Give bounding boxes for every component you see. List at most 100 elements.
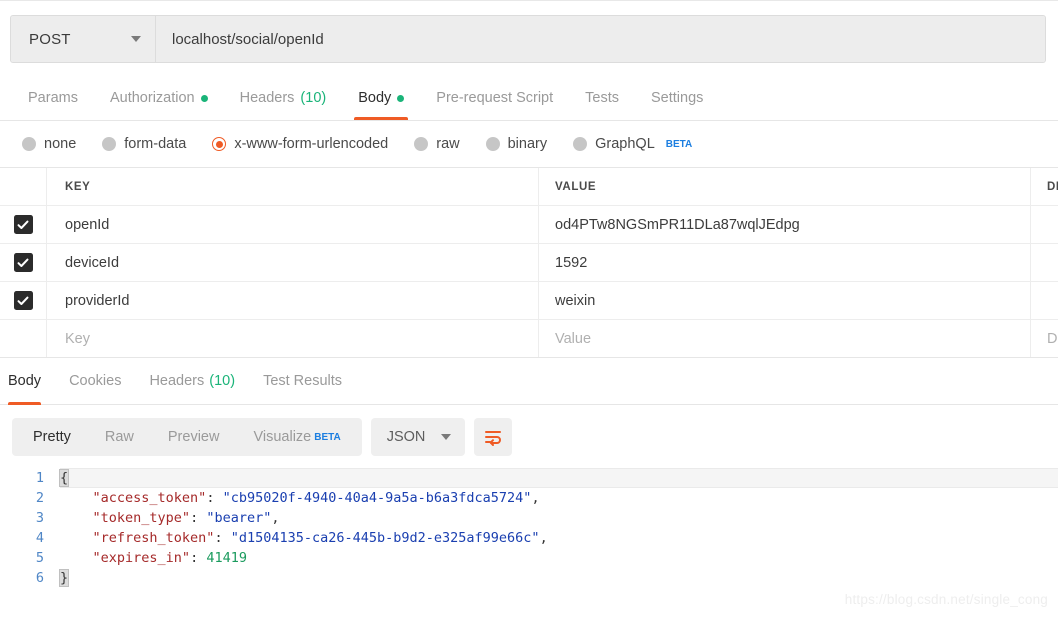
view-mode-visualize[interactable]: Visualize BETA [236,422,357,452]
row-checkbox-cell-empty [0,320,47,357]
json-string-value: "bearer" [206,510,272,526]
table-row: providerId weixin [0,281,1058,319]
request-url-input[interactable]: localhost/social/openId [156,16,1045,62]
tab-pre-request-script-label: Pre-request Script [436,90,554,106]
row-key-cell[interactable]: openId [47,206,539,243]
code-line-3: "token_type": "bearer", [60,508,1058,528]
tab-headers[interactable]: Headers (10) [224,76,343,120]
new-row-value-placeholder: Value [555,330,592,347]
row-checkbox-deviceid[interactable] [13,253,33,272]
row-key-cell[interactable]: providerId [47,282,539,319]
authorization-status-dot-icon [200,94,208,102]
row-description-cell[interactable] [1031,282,1058,319]
postman-window: POST localhost/social/openId Params Auth… [0,0,1058,627]
code-line-1: { [58,468,1058,488]
code-line-number-gutter: 1 2 3 4 5 6 [0,468,60,588]
visualize-beta-badge: BETA [314,431,341,443]
chevron-down-icon [131,36,141,42]
table-row: openId od4PTw8NGSmPR11DLa87wqlJEdpg [0,205,1058,243]
body-type-radio-group: none form-data x-www-form-urlencoded raw… [0,121,1058,168]
response-tab-headers[interactable]: Headers (10) [135,358,249,405]
view-mode-pretty[interactable]: Pretty [16,422,88,452]
body-type-binary[interactable]: binary [485,136,547,152]
line-number: 6 [35,570,44,586]
json-key: "expires_in" [92,550,191,566]
tab-settings-label: Settings [650,90,704,106]
body-type-graphql-label: GraphQL [595,136,655,152]
code-line-4: "refresh_token": "d1504135-ca26-445b-b9d… [60,528,1058,548]
body-type-raw[interactable]: raw [414,136,460,152]
body-type-none-label: none [44,136,77,152]
response-tab-body[interactable]: Body [0,358,55,405]
json-separator: : [190,510,207,526]
tab-authorization[interactable]: Authorization [94,76,224,120]
tab-headers-label: Headers [239,90,295,106]
word-wrap-icon[interactable] [474,418,513,456]
row-value-cell[interactable]: weixin [539,282,1031,319]
json-separator: : [206,490,223,506]
body-type-form-data[interactable]: form-data [102,136,186,152]
response-body-code-viewer[interactable]: 1 2 3 4 5 6 { "access_token": "cb95020f-… [0,468,1058,588]
view-mode-preview-label: Preview [167,429,220,445]
response-format-select[interactable]: JSON [370,418,466,456]
code-line-6: } [58,568,1058,588]
body-status-dot-icon [397,94,405,102]
tab-params-label: Params [28,90,78,106]
header-cell-key: KEY [47,168,539,205]
row-description-cell[interactable] [1031,206,1058,243]
response-tab-test-results[interactable]: Test Results [249,358,356,405]
radio-form-data-icon [102,137,117,151]
header-cell-description: DES [1031,168,1058,205]
header-cell-value: VALUE [539,168,1031,205]
tab-params[interactable]: Params [12,76,94,120]
line-number: 2 [35,490,44,506]
request-url-bar: POST localhost/social/openId [10,15,1046,63]
row-key-cell[interactable]: deviceId [47,244,539,281]
view-mode-visualize-label: Visualize [253,429,312,445]
row-description-cell[interactable] [1031,244,1058,281]
http-method-label: POST [29,30,71,48]
radio-binary-icon [485,137,500,151]
table-row: deviceId 1592 [0,243,1058,281]
row-value-text: 1592 [555,254,588,271]
tab-body[interactable]: Body [342,76,420,120]
response-tab-cookies[interactable]: Cookies [55,358,135,405]
row-value-cell[interactable]: od4PTw8NGSmPR11DLa87wqlJEdpg [539,206,1031,243]
json-key: "refresh_token" [92,530,215,546]
new-row-key-cell[interactable]: Key [47,320,539,357]
line-number: 3 [35,510,44,526]
code-content[interactable]: { "access_token": "cb95020f-4940-40a4-9a… [58,468,1058,588]
new-row-key-placeholder: Key [65,330,90,347]
response-tabs: Body Cookies Headers (10) Test Results [0,358,1058,405]
radio-graphql-icon [573,137,588,151]
radio-raw-icon [414,137,429,151]
http-method-select[interactable]: POST [11,16,156,62]
row-checkbox-openid[interactable] [13,215,33,234]
new-row-description-cell[interactable]: De [1031,320,1058,357]
line-number: 4 [35,530,44,546]
view-mode-raw-label: Raw [104,429,134,445]
tab-authorization-label: Authorization [109,90,195,106]
row-value-cell[interactable]: 1592 [539,244,1031,281]
tab-tests-label: Tests [585,90,619,106]
body-type-x-www-form-urlencoded[interactable]: x-www-form-urlencoded [212,136,388,152]
view-mode-preview[interactable]: Preview [151,422,237,452]
body-type-none[interactable]: none [22,136,76,152]
response-tab-cookies-label: Cookies [69,373,122,389]
tab-tests[interactable]: Tests [569,76,635,120]
body-type-graphql[interactable]: GraphQL BETA [573,136,692,152]
radio-x-www-form-urlencoded-icon [212,137,227,151]
tab-pre-request-script[interactable]: Pre-request Script [420,76,569,120]
tab-headers-count: (10) [300,90,327,106]
row-value-text: od4PTw8NGSmPR11DLa87wqlJEdpg [555,216,800,233]
row-checkbox-providerid[interactable] [13,291,33,310]
json-key: "access_token" [92,490,207,506]
view-mode-raw[interactable]: Raw [88,422,151,452]
json-comma: , [271,510,280,526]
tab-settings[interactable]: Settings [635,76,719,120]
json-brace-open: { [58,469,70,487]
new-row-value-cell[interactable]: Value [539,320,1031,357]
header-description-label: DES [1047,180,1058,193]
row-checkbox-cell [0,282,47,319]
row-checkbox-cell [0,244,47,281]
